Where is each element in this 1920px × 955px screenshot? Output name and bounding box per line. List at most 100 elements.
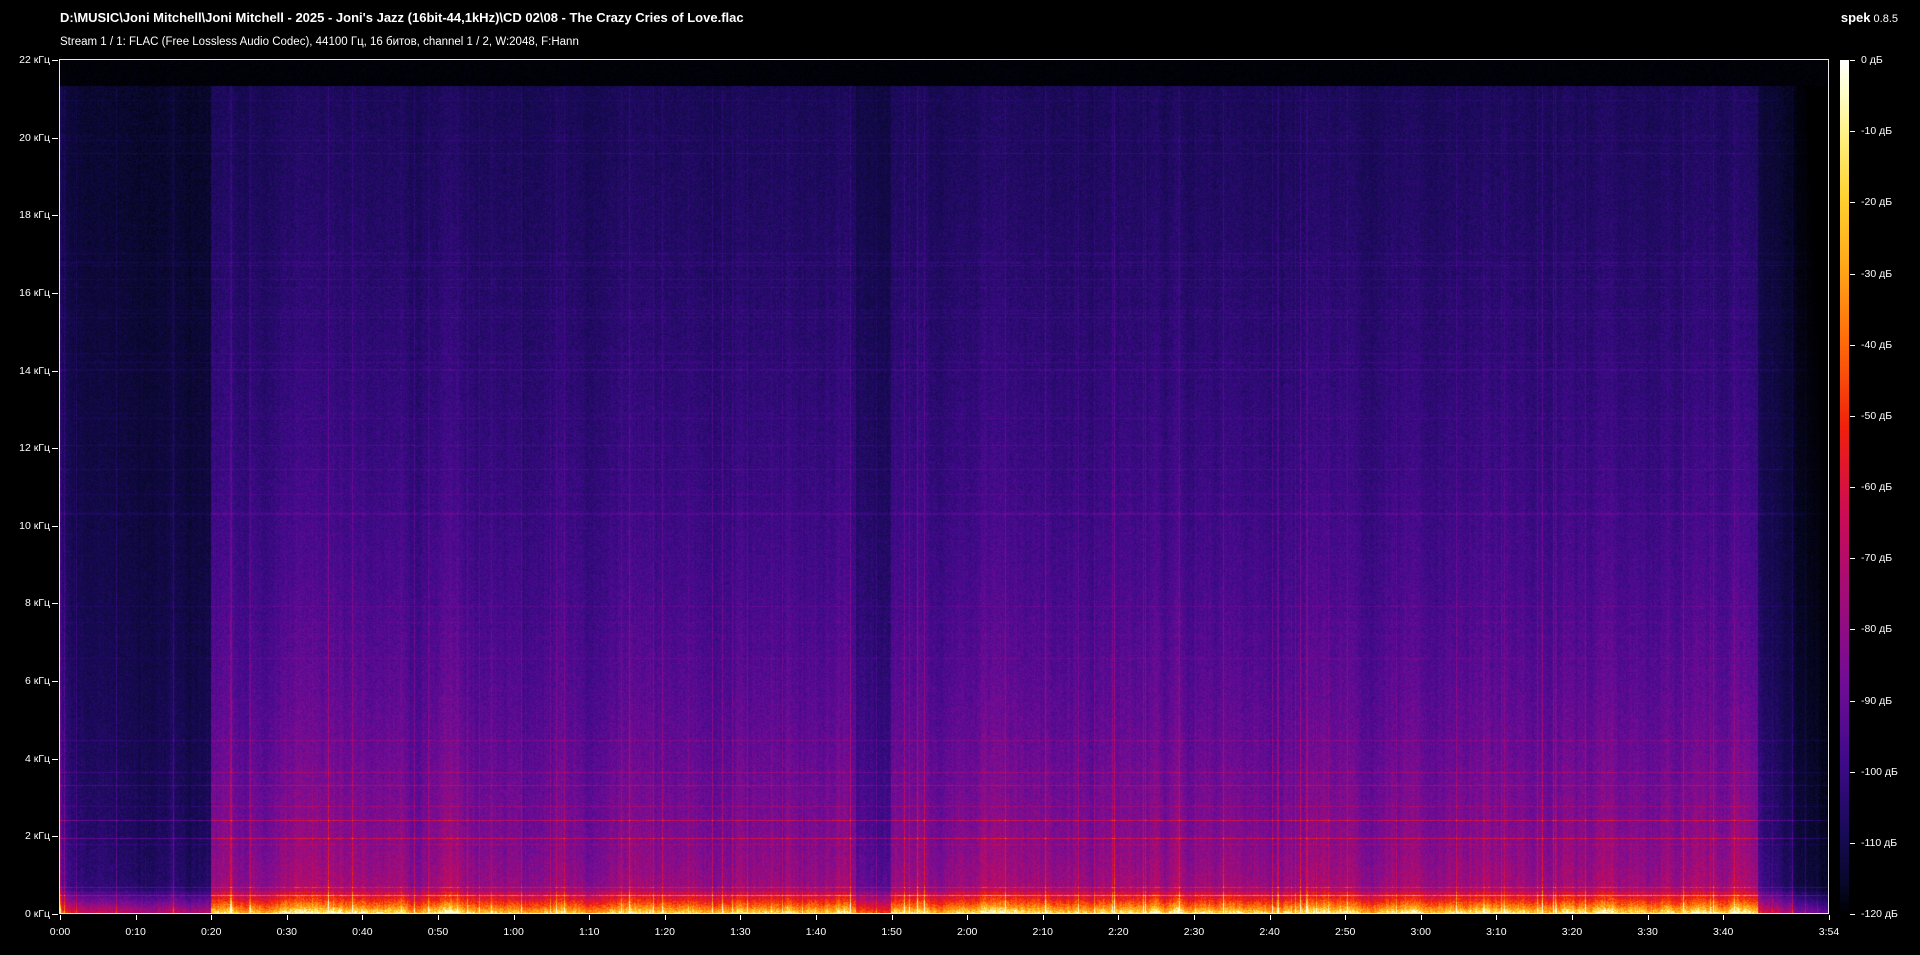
time-tick-label: 0:20 bbox=[200, 926, 222, 938]
level-colorbar bbox=[1840, 60, 1849, 915]
frequency-tick bbox=[52, 836, 58, 837]
level-tick bbox=[1850, 416, 1855, 417]
time-tick bbox=[1043, 915, 1044, 920]
time-tick bbox=[1118, 915, 1119, 920]
frequency-tick-label: 10 кГц bbox=[19, 519, 50, 532]
time-tick-label: 0:00 bbox=[49, 926, 71, 938]
time-tick bbox=[665, 915, 666, 920]
level-tick bbox=[1850, 914, 1855, 915]
level-tick bbox=[1850, 131, 1855, 132]
time-tick bbox=[892, 915, 893, 920]
time-tick bbox=[1496, 915, 1497, 920]
app-version: 0.8.5 bbox=[1873, 13, 1898, 25]
time-tick-label: 1:30 bbox=[730, 926, 751, 938]
frequency-tick-label: 4 кГц bbox=[24, 752, 50, 765]
time-tick-label: 3:54 bbox=[1818, 926, 1840, 938]
time-tick-label: 2:50 bbox=[1334, 926, 1356, 938]
time-tick-label: 1:50 bbox=[881, 926, 902, 938]
time-tick-label: 0:50 bbox=[427, 926, 449, 938]
time-tick-label: 3:40 bbox=[1712, 926, 1734, 938]
time-tick-label: 0:30 bbox=[276, 926, 297, 938]
time-tick-label: 2:00 bbox=[956, 926, 978, 938]
time-tick bbox=[1829, 915, 1830, 920]
time-tick-label: 1:10 bbox=[578, 926, 600, 938]
time-tick bbox=[514, 915, 515, 920]
time-tick-label: 3:30 bbox=[1637, 926, 1658, 938]
level-tick bbox=[1850, 202, 1855, 203]
level-tick bbox=[1850, 772, 1855, 773]
time-tick-label: 2:30 bbox=[1183, 926, 1205, 938]
time-tick-label: 2:20 bbox=[1108, 926, 1129, 938]
level-tick-label: -80 дБ bbox=[1861, 623, 1893, 636]
time-tick-label: 1:40 bbox=[805, 926, 827, 938]
frequency-tick bbox=[52, 371, 58, 372]
level-tick-label: -90 дБ bbox=[1861, 694, 1893, 707]
time-tick bbox=[136, 915, 137, 920]
time-tick bbox=[60, 915, 61, 920]
spectrogram-plot[interactable] bbox=[59, 59, 1829, 914]
level-tick bbox=[1850, 487, 1855, 488]
time-tick-label: 1:00 bbox=[503, 926, 524, 938]
frequency-tick bbox=[52, 759, 58, 760]
time-tick bbox=[362, 915, 363, 920]
level-tick-label: -70 дБ bbox=[1861, 552, 1893, 565]
level-tick bbox=[1850, 60, 1855, 61]
time-tick bbox=[287, 915, 288, 920]
level-tick-label: -20 дБ bbox=[1861, 196, 1893, 209]
frequency-tick bbox=[52, 526, 58, 527]
frequency-tick bbox=[52, 215, 58, 216]
time-tick-label: 3:10 bbox=[1486, 926, 1507, 938]
stream-info: Stream 1 / 1: FLAC (Free Lossless Audio … bbox=[60, 36, 579, 48]
level-tick bbox=[1850, 558, 1855, 559]
time-tick bbox=[211, 915, 212, 920]
time-tick bbox=[589, 915, 590, 920]
frequency-tick-label: 16 кГц bbox=[19, 286, 50, 299]
time-tick-label: 3:00 bbox=[1410, 926, 1431, 938]
time-tick bbox=[967, 915, 968, 920]
time-tick bbox=[438, 915, 439, 920]
file-path-title: D:\MUSIC\Joni Mitchell\Joni Mitchell - 2… bbox=[60, 10, 744, 25]
level-tick-label: -40 дБ bbox=[1861, 338, 1893, 351]
frequency-tick bbox=[52, 914, 58, 915]
level-tick bbox=[1850, 701, 1855, 702]
frequency-tick bbox=[52, 60, 58, 61]
spectrogram-image[interactable] bbox=[60, 60, 1828, 913]
level-tick-label: -100 дБ bbox=[1861, 765, 1898, 778]
time-tick bbox=[1345, 915, 1346, 920]
level-tick-label: -30 дБ bbox=[1861, 267, 1893, 280]
frequency-tick-label: 0 кГц bbox=[24, 908, 50, 920]
time-tick bbox=[1270, 915, 1271, 920]
frequency-tick bbox=[52, 138, 58, 139]
level-tick bbox=[1850, 345, 1855, 346]
frequency-tick-label: 18 кГц bbox=[19, 209, 50, 222]
frequency-tick-label: 22 кГц bbox=[19, 54, 50, 66]
level-tick-label: -110 дБ bbox=[1861, 836, 1898, 849]
time-tick-label: 0:10 bbox=[125, 926, 146, 938]
time-tick-label: 2:40 bbox=[1259, 926, 1280, 938]
level-tick-label: -50 дБ bbox=[1861, 409, 1893, 422]
time-tick bbox=[1723, 915, 1724, 920]
frequency-tick bbox=[52, 448, 58, 449]
time-tick bbox=[1421, 915, 1422, 920]
frequency-tick-label: 2 кГц bbox=[24, 830, 50, 843]
level-tick bbox=[1850, 274, 1855, 275]
app-name: spek bbox=[1840, 10, 1871, 25]
time-tick-label: 1:20 bbox=[654, 926, 675, 938]
time-tick-label: 0:40 bbox=[352, 926, 373, 938]
level-tick-label: -10 дБ bbox=[1861, 125, 1893, 138]
frequency-tick-label: 12 кГц bbox=[19, 442, 50, 455]
frequency-tick bbox=[52, 681, 58, 682]
frequency-tick bbox=[52, 293, 58, 294]
time-tick-label: 2:10 bbox=[1032, 926, 1053, 938]
frequency-tick-label: 14 кГц bbox=[19, 364, 50, 377]
frequency-tick-label: 6 кГц bbox=[24, 675, 50, 688]
time-tick bbox=[1194, 915, 1195, 920]
level-tick bbox=[1850, 629, 1855, 630]
level-tick-label: 0 дБ bbox=[1861, 54, 1883, 66]
level-tick bbox=[1850, 843, 1855, 844]
app-brand: spek 0.8.5 bbox=[1841, 10, 1898, 25]
time-tick bbox=[740, 915, 741, 920]
time-tick-label: 3:20 bbox=[1561, 926, 1583, 938]
frequency-tick-label: 8 кГц bbox=[24, 597, 50, 610]
time-tick bbox=[816, 915, 817, 920]
